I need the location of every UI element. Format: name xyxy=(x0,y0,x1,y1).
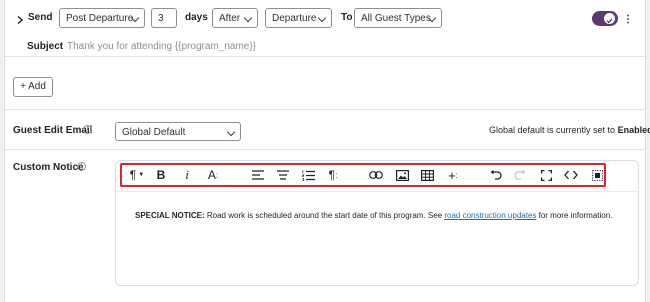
timing-select-value: After xyxy=(219,13,241,24)
chevron-right-icon[interactable] xyxy=(15,12,25,25)
chevron-down-icon xyxy=(317,13,327,23)
days-count-value: 3 xyxy=(158,13,164,24)
global-default-note: Global default is currently set to Enabl… xyxy=(489,125,650,135)
chevron-down-icon xyxy=(243,13,253,23)
font-size-icon[interactable]: A: xyxy=(205,168,221,182)
ordered-list-icon[interactable] xyxy=(301,168,315,182)
guest-types-select[interactable]: All Guest Types xyxy=(354,8,442,28)
editor-content[interactable]: SPECIAL NOTICE: Road work is scheduled a… xyxy=(135,211,635,220)
to-label: To xyxy=(341,12,353,23)
trigger-select[interactable]: Post Departure xyxy=(59,8,145,28)
toggle-knob xyxy=(604,13,615,24)
guest-edit-email-value: Global Default xyxy=(122,127,186,138)
subject-input[interactable]: Thank you for attending {{program_name}} xyxy=(67,41,587,53)
code-view-icon[interactable] xyxy=(563,168,579,182)
redo-icon[interactable] xyxy=(513,168,527,182)
timing-select[interactable]: After xyxy=(212,8,258,28)
toolbar-divider xyxy=(116,191,638,192)
align-center-icon[interactable] xyxy=(276,168,290,182)
bold-icon[interactable]: B xyxy=(155,168,167,182)
trigger-select-value: Post Departure xyxy=(66,13,134,24)
undo-icon[interactable] xyxy=(488,168,502,182)
global-default-status: Enabled xyxy=(617,125,650,135)
road-construction-link[interactable]: road construction updates xyxy=(444,211,536,220)
chevron-down-icon xyxy=(226,127,236,137)
settings-panel: Send Post Departure 3 days After Departu… xyxy=(4,0,650,302)
add-button[interactable]: + Add xyxy=(13,77,53,97)
days-label: days xyxy=(185,12,208,23)
info-icon: i xyxy=(83,125,92,134)
guest-edit-email-label: Guest Edit Email xyxy=(13,125,93,136)
divider xyxy=(5,109,645,110)
guest-edit-email-select[interactable]: Global Default xyxy=(115,122,241,141)
guest-types-select-value: All Guest Types xyxy=(361,13,431,24)
insert-hr-icon[interactable]: +: xyxy=(445,168,461,183)
notice-heading: SPECIAL NOTICE: xyxy=(135,211,205,220)
link-icon[interactable] xyxy=(369,168,383,182)
add-button-label: + Add xyxy=(20,81,46,92)
enabled-toggle[interactable] xyxy=(592,11,618,26)
reference-select-value: Departure xyxy=(272,13,317,24)
reference-select[interactable]: Departure xyxy=(265,8,332,28)
paragraph-style-icon[interactable]: ¶: xyxy=(325,168,341,182)
more-options-icon[interactable] xyxy=(626,12,630,24)
table-icon[interactable] xyxy=(420,168,434,182)
toolbar-highlight xyxy=(120,163,606,187)
italic-icon[interactable]: i xyxy=(182,167,192,182)
days-count-input[interactable]: 3 xyxy=(151,8,177,28)
send-label: Send xyxy=(28,12,53,23)
paragraph-format-icon[interactable]: ¶ ▼ xyxy=(127,168,147,182)
select-all-icon[interactable] xyxy=(590,168,604,182)
subject-label: Subject xyxy=(27,41,64,52)
divider xyxy=(5,56,645,57)
fullscreen-icon[interactable] xyxy=(539,168,553,182)
notice-body-tail: for more information. xyxy=(536,211,613,220)
notice-body-text: Road work is scheduled around the start … xyxy=(204,211,445,220)
global-default-note-text: Global default is currently set to xyxy=(489,125,616,135)
info-icon: i xyxy=(77,162,86,171)
check-icon xyxy=(606,18,613,24)
align-left-icon[interactable] xyxy=(251,168,265,182)
image-icon[interactable] xyxy=(395,168,409,182)
divider xyxy=(5,149,645,150)
custom-notice-label: Custom Notice xyxy=(13,162,84,173)
